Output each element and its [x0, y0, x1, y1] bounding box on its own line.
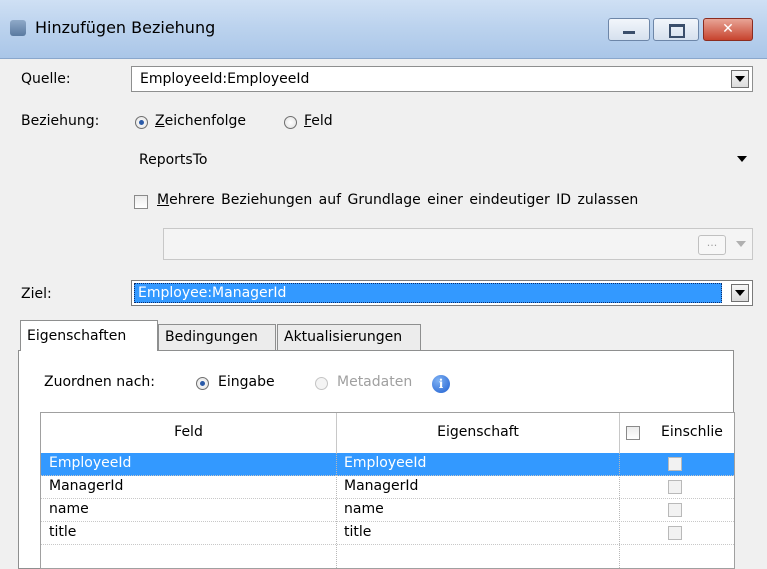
beziehung-label: Beziehung: [21, 113, 100, 129]
radio-zeichenfolge[interactable] [135, 116, 148, 129]
ziel-label: Ziel: [21, 286, 52, 302]
table-row[interactable]: title title [41, 522, 734, 545]
chevron-down-icon [736, 241, 746, 247]
mehrere-label[interactable]: Mehrere Beziehungen auf Grundlage einer … [157, 192, 638, 208]
ellipsis-button: ... [698, 235, 726, 255]
minimize-icon [623, 31, 635, 34]
mapping-grid: Feld Eigenschaft Einschlie EmployeeId Em… [40, 412, 735, 569]
cell-feld: EmployeeId [49, 455, 132, 471]
maximize-icon [669, 24, 685, 38]
column-header-eigenschaft[interactable]: Eigenschaft [337, 424, 619, 440]
close-icon: ✕ [722, 21, 734, 37]
minimize-button[interactable] [608, 18, 650, 41]
beziehung-value: ReportsTo [139, 152, 208, 168]
mehrere-checkbox[interactable] [134, 195, 148, 209]
ziel-dropdown-button[interactable] [731, 284, 749, 302]
title-bar: Hinzufügen Beziehung ✕ [0, 0, 767, 59]
row-include-checkbox[interactable] [668, 457, 682, 471]
radio-feld-label[interactable]: Feld [304, 113, 333, 129]
column-header-feld[interactable]: Feld [41, 424, 336, 440]
column-divider [336, 453, 337, 568]
radio-metadaten-label: Metadaten [337, 374, 413, 390]
radio-feld[interactable] [284, 116, 297, 129]
quelle-label: Quelle: [21, 71, 71, 87]
cell-eigenschaft: title [344, 524, 372, 540]
maximize-button[interactable] [653, 18, 699, 41]
chevron-down-icon [735, 290, 745, 296]
beziehung-dropdown[interactable]: ReportsTo [131, 148, 753, 174]
quelle-value: EmployeeId:EmployeeId [140, 71, 310, 87]
select-all-checkbox[interactable] [626, 426, 640, 440]
id-field-input: ... [163, 228, 753, 260]
row-include-checkbox[interactable] [668, 480, 682, 494]
column-divider [619, 453, 620, 568]
close-button[interactable]: ✕ [703, 18, 753, 41]
radio-zeichenfolge-label[interactable]: Zeichenfolge [155, 113, 246, 129]
ziel-value: Employee:ManagerId [138, 285, 287, 301]
ziel-dropdown[interactable]: Employee:ManagerId [131, 280, 753, 306]
radio-eingabe[interactable] [196, 377, 209, 390]
column-separator [619, 413, 620, 453]
radio-metadaten [315, 377, 328, 390]
window-title: Hinzufügen Beziehung [35, 18, 216, 37]
app-icon [10, 20, 26, 36]
quelle-dropdown-button[interactable] [731, 70, 749, 88]
tab-eigenschaften[interactable]: Eigenschaften [20, 320, 158, 351]
cell-feld: name [49, 501, 89, 517]
cell-eigenschaft: ManagerId [344, 478, 419, 494]
row-include-checkbox[interactable] [668, 526, 682, 540]
grid-header: Feld Eigenschaft Einschlie [41, 413, 734, 454]
cell-feld: title [49, 524, 77, 540]
cell-eigenschaft: EmployeeId [344, 455, 427, 471]
radio-eingabe-label[interactable]: Eingabe [218, 374, 275, 390]
tab-bedingungen[interactable]: Bedingungen [158, 324, 276, 350]
cell-feld: ManagerId [49, 478, 124, 494]
row-include-checkbox[interactable] [668, 503, 682, 517]
chevron-down-icon [737, 156, 747, 162]
chevron-down-icon [735, 76, 745, 82]
quelle-dropdown[interactable]: EmployeeId:EmployeeId [131, 66, 753, 92]
column-header-einschliessen[interactable]: Einschlie [661, 424, 723, 440]
zuordnen-label: Zuordnen nach: [44, 374, 155, 390]
tab-aktualisierungen[interactable]: Aktualisierungen [277, 324, 421, 350]
info-icon[interactable]: i [432, 375, 450, 393]
table-row[interactable]: ManagerId ManagerId [41, 476, 734, 499]
table-row[interactable]: name name [41, 499, 734, 522]
cell-eigenschaft: name [344, 501, 384, 517]
table-row[interactable]: EmployeeId EmployeeId [41, 453, 734, 476]
